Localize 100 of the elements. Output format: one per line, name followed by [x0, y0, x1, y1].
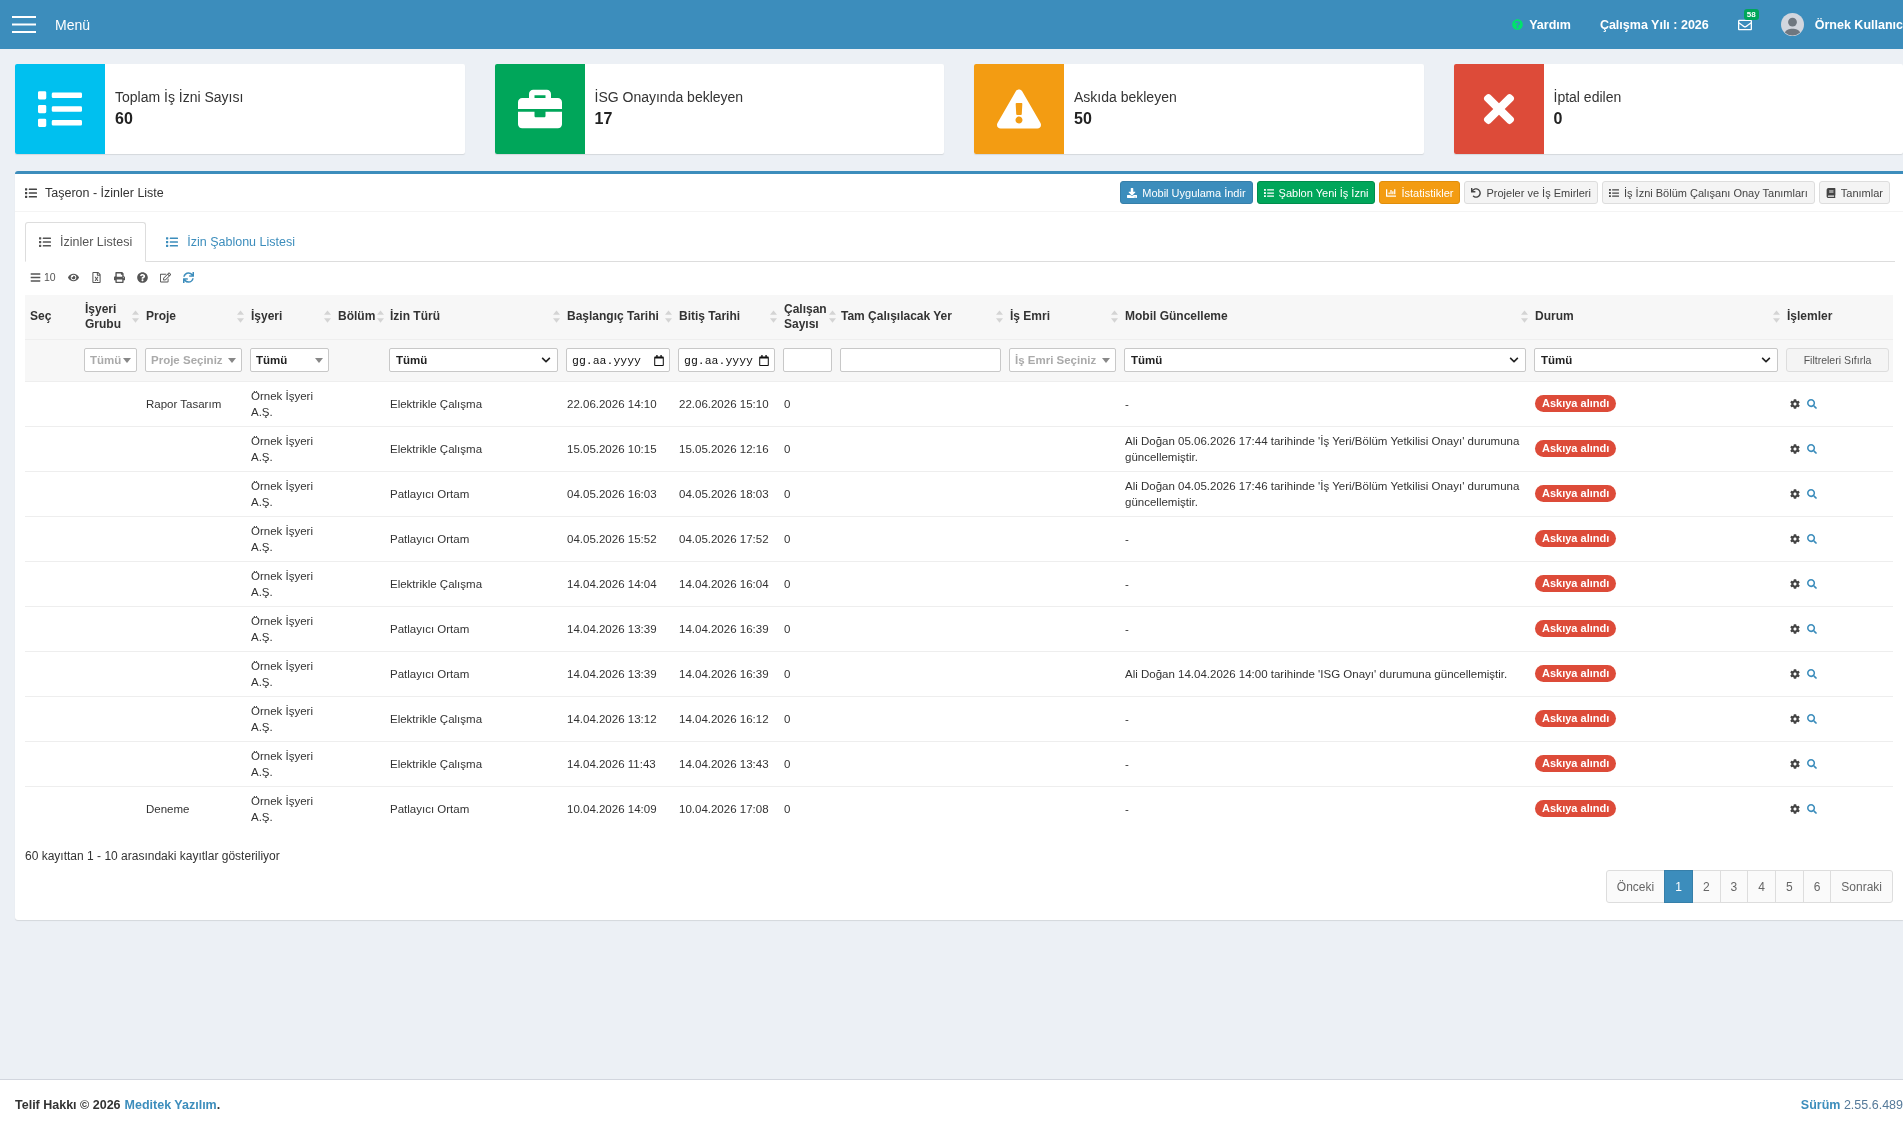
previous-page-button[interactable]: Önceki	[1605, 870, 1666, 903]
tab[interactable]: İzinler Listesi	[25, 222, 147, 262]
date-field[interactable]: gg.aa.yyyy	[678, 348, 775, 372]
settings-icon[interactable]	[1790, 668, 1800, 679]
settings-icon[interactable]	[1790, 533, 1800, 544]
status-badge: Askıya alındı	[1535, 755, 1617, 772]
search-icon[interactable]	[1807, 398, 1817, 409]
approval-definitions-button[interactable]: İş İzni Bölüm Çalışanı Onay Tanımları	[1602, 181, 1815, 204]
tab[interactable]: İzin Şablonu Listesi	[152, 222, 309, 262]
next-page-button[interactable]: Sonraki	[1830, 870, 1893, 903]
caret-icon	[315, 357, 323, 363]
column-header[interactable]: İş Emri	[1010, 309, 1051, 325]
date-field[interactable]: gg.aa.yyyy	[566, 348, 670, 372]
table-cell: 15.05.2026 12:16	[674, 426, 779, 471]
settings-icon[interactable]	[1790, 803, 1800, 814]
refresh-icon[interactable]	[182, 271, 194, 283]
table-cell: 0	[779, 696, 836, 741]
search-icon[interactable]	[1807, 713, 1817, 724]
page-button[interactable]: 2	[1691, 870, 1721, 903]
settings-icon[interactable]	[1790, 623, 1800, 634]
table-cell: Patlayıcı Ortam	[385, 786, 562, 831]
search-icon[interactable]	[1807, 533, 1817, 544]
table-cell: 0	[779, 786, 836, 831]
select-field[interactable]: Tümü	[1124, 348, 1526, 372]
table-cell: 14.04.2026 13:39	[562, 651, 674, 696]
table-cell: 0	[779, 516, 836, 561]
notification-badge: 58	[1743, 8, 1759, 20]
search-icon[interactable]	[1807, 488, 1817, 499]
select-field[interactable]: Tümü	[1534, 348, 1778, 372]
search-icon[interactable]	[1807, 578, 1817, 589]
page-button[interactable]: 5	[1774, 870, 1804, 903]
help-icon[interactable]	[136, 271, 148, 283]
settings-icon[interactable]	[1790, 758, 1800, 769]
table-cell: Örnek İşyeri A.Ş.	[246, 651, 333, 696]
settings-icon[interactable]	[1790, 578, 1800, 589]
table-cell: 04.05.2026 15:52	[562, 516, 674, 561]
text-field[interactable]	[840, 348, 1001, 372]
table-cell: 04.05.2026 16:03	[562, 471, 674, 516]
column-header[interactable]: İşyeri	[251, 309, 283, 325]
table-cell: Rapor Tasarım	[141, 381, 246, 426]
page-size-button[interactable]: 10	[30, 271, 56, 283]
table-cell: 0	[779, 741, 836, 786]
caret-icon	[1102, 357, 1110, 363]
list-icon	[39, 236, 51, 248]
download-app-button[interactable]: Mobil Uygulama İndir	[1120, 181, 1253, 204]
table-cell: Ali Doğan 04.05.2026 17:46 tarihinde 'İş Yeri/Bölüm Yetkilisi Onayı' durumuna güncellemiştir.	[1120, 471, 1530, 516]
table-cell: 0	[779, 651, 836, 696]
caret-icon	[123, 357, 132, 363]
projects-button[interactable]: Projeler ve İş Emirleri	[1464, 181, 1598, 204]
stat-label: Toplam İş İzni Sayısı	[115, 88, 244, 106]
definitions-button[interactable]: Tanımlar	[1818, 181, 1890, 204]
column-header[interactable]: Proje	[146, 309, 176, 325]
excel-file-icon[interactable]	[90, 271, 102, 283]
book-icon	[1825, 187, 1836, 198]
table-cell: 14.04.2026 13:12	[562, 696, 674, 741]
column-header[interactable]: İzin Türü	[390, 309, 440, 325]
table-cell: Örnek İşyeri A.Ş.	[246, 426, 333, 471]
table-cell: Elektrikle Çalışma	[385, 561, 562, 606]
table-cell: 0	[779, 471, 836, 516]
settings-icon[interactable]	[1790, 398, 1800, 409]
table-cell: 14.04.2026 16:12	[674, 696, 779, 741]
company-link[interactable]: Meditek Yazılım	[124, 1098, 217, 1112]
table-cell: Örnek İşyeri A.Ş.	[246, 786, 333, 831]
menu-button[interactable]: Menü	[12, 16, 91, 33]
settings-icon[interactable]	[1790, 713, 1800, 724]
avatar-icon	[1780, 13, 1804, 36]
settings-icon[interactable]	[1790, 443, 1800, 454]
stat-value: 60	[115, 109, 134, 129]
column-header[interactable]: Mobil Güncelleme	[1125, 309, 1228, 325]
table-cell: Elektrikle Çalışma	[385, 426, 562, 471]
search-icon[interactable]	[1807, 803, 1817, 814]
table-cell: 14.04.2026 11:43	[562, 741, 674, 786]
stat-value: 0	[1553, 109, 1564, 129]
text-field[interactable]	[783, 348, 832, 372]
panel-title: Taşeron - İzinler Liste	[45, 185, 164, 200]
settings-icon[interactable]	[1790, 488, 1800, 499]
status-badge: Askıya alındı	[1535, 530, 1617, 547]
select-field[interactable]: Tümü	[389, 348, 558, 372]
table-cell: Patlayıcı Ortam	[385, 651, 562, 696]
search-icon[interactable]	[1807, 443, 1817, 454]
print-icon[interactable]	[113, 271, 125, 283]
search-icon[interactable]	[1807, 668, 1817, 679]
eye-icon[interactable]	[67, 271, 79, 283]
column-header[interactable]: Durum	[1535, 309, 1574, 325]
reset-filters-button[interactable]: Filtreleri Sıfırla	[1786, 348, 1889, 372]
help-link[interactable]: Yardım	[1512, 17, 1571, 32]
table-cell: Örnek İşyeri A.Ş.	[246, 696, 333, 741]
table-cell: 14.04.2026 13:43	[674, 741, 779, 786]
combo-field[interactable]: Tümü	[250, 348, 329, 372]
page-button[interactable]: 1	[1664, 870, 1693, 903]
table-cell: 14.04.2026 16:39	[674, 606, 779, 651]
table-cell: 0	[779, 606, 836, 651]
table-cell: -	[1120, 696, 1530, 741]
page-button[interactable]: 4	[1747, 870, 1776, 903]
search-icon[interactable]	[1807, 758, 1817, 769]
edit-icon[interactable]	[159, 271, 171, 283]
user-menu[interactable]: Örnek Kullanıc	[1780, 13, 1903, 36]
column-header: Seç	[30, 309, 52, 325]
search-icon[interactable]	[1807, 623, 1817, 634]
table-cell: Deneme	[141, 786, 246, 831]
